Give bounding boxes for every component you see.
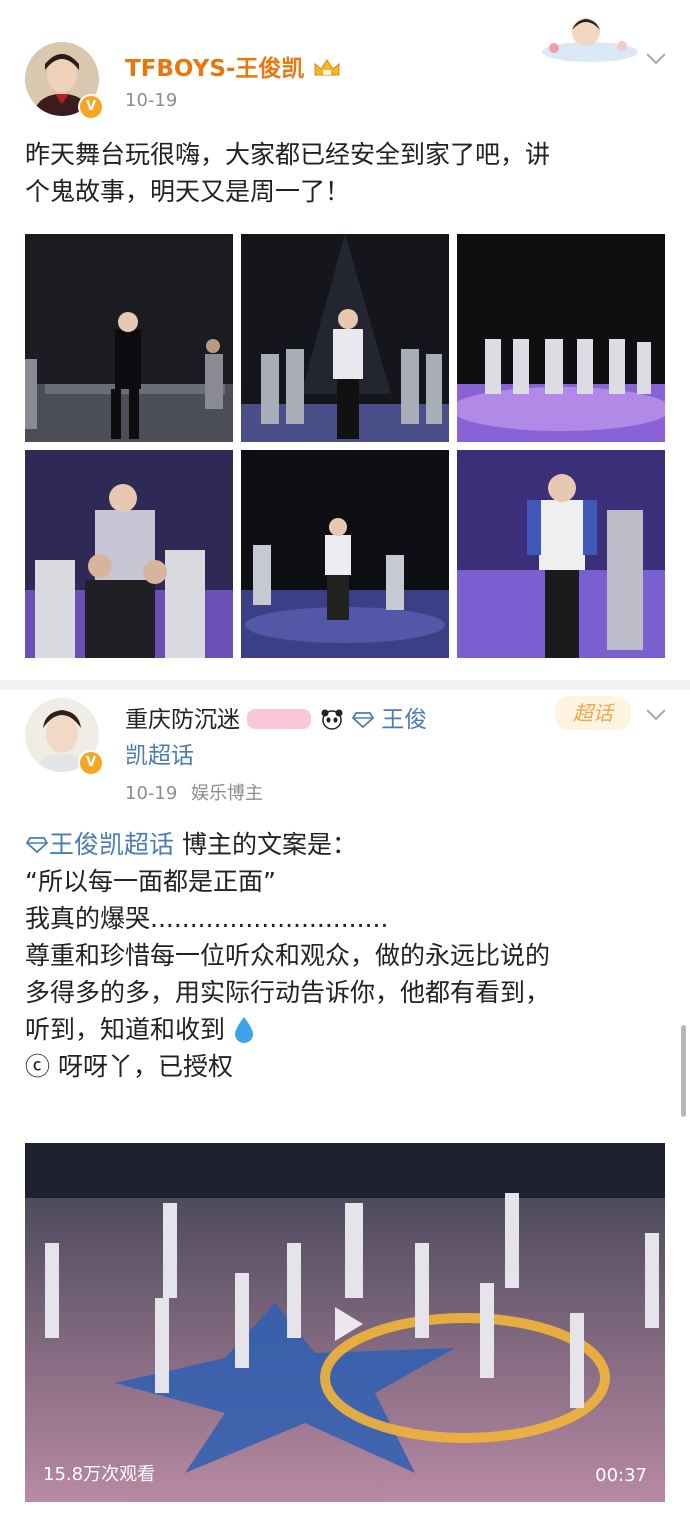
- topic-link[interactable]: 王俊: [381, 707, 427, 733]
- verified-badge-icon: V: [78, 750, 104, 776]
- post-date: 10-19: [125, 783, 178, 804]
- post-text-line: “所以每一面都是正面”: [25, 867, 276, 896]
- photo-thumbnail[interactable]: [457, 234, 665, 442]
- decor-sticker: [540, 14, 640, 64]
- username-text: 重庆防沉迷: [125, 707, 240, 733]
- video-duration: 00:37: [595, 1465, 647, 1486]
- topic-link[interactable]: 凯超话: [125, 743, 194, 769]
- post-date: 10-19: [125, 90, 178, 111]
- chevron-down-icon[interactable]: [643, 45, 669, 71]
- post-text-line: 昨天舞台玩很嗨，大家都已经安全到家了吧，讲: [25, 140, 551, 169]
- scrollbar[interactable]: [681, 1025, 686, 1117]
- username[interactable]: 重庆防沉迷 王俊 凯超话: [125, 702, 485, 774]
- photo-thumbnail[interactable]: [25, 234, 233, 442]
- post-text-line: ⓒ 呀呀丫，已授权: [25, 1052, 233, 1081]
- topic-badge[interactable]: 超话: [555, 696, 631, 730]
- panda-icon: [321, 709, 343, 730]
- username[interactable]: TFBOYS-王俊凯: [125, 49, 342, 83]
- post-text: 昨天舞台玩很嗨，大家都已经安全到家了吧，讲 个鬼故事，明天又是周一了！: [25, 136, 665, 210]
- topic-badge-label: 超话: [573, 701, 613, 725]
- post-text-line: 尊重和珍惜每一位听众和观众，做的永远比说的: [25, 941, 551, 970]
- weibo-post-2: V 重庆防沉迷 王俊 凯超话 10-19 娱乐博主 超话 王俊凯超话 博主的文案…: [0, 690, 690, 1519]
- post-text: 王俊凯超话 博主的文案是： “所以每一面都是正面” 我真的爆哭.........…: [25, 826, 665, 1085]
- verified-badge-icon: V: [78, 94, 104, 120]
- post-text-line: 我真的爆哭..............................: [25, 904, 389, 933]
- play-icon[interactable]: [321, 1299, 371, 1349]
- crown-icon: [314, 59, 340, 76]
- author-role: 娱乐博主: [191, 783, 264, 804]
- post-text-fragment: 博主的文案是：: [174, 830, 357, 859]
- droplet-icon: [234, 1017, 253, 1043]
- video-player[interactable]: 15.8万次观看 00:37: [25, 1143, 665, 1502]
- view-count: 15.8万次观看: [43, 1464, 156, 1485]
- photo-thumbnail[interactable]: [241, 450, 449, 658]
- username-text: TFBOYS-王俊凯: [125, 56, 305, 82]
- image-grid: [25, 234, 665, 658]
- diamond-icon: [25, 837, 49, 854]
- fan-badge-icon: [247, 709, 312, 729]
- post-text-line: 听到，知道和收到: [25, 1011, 665, 1048]
- chevron-down-icon[interactable]: [643, 701, 669, 727]
- post-text-fragment: 听到，知道和收到: [25, 1015, 226, 1044]
- photo-thumbnail[interactable]: [25, 450, 233, 658]
- post-text-line: 王俊凯超话 博主的文案是：: [25, 826, 665, 863]
- post-text-line: 个鬼故事，明天又是周一了！: [25, 177, 351, 206]
- post-separator: [0, 680, 690, 690]
- post-text-line: 多得多的多，用实际行动告诉你，他都有看到，: [25, 978, 551, 1007]
- photo-thumbnail[interactable]: [241, 234, 449, 442]
- diamond-icon: [351, 712, 375, 729]
- topic-link[interactable]: 王俊凯超话: [49, 830, 174, 859]
- photo-thumbnail[interactable]: [457, 450, 665, 658]
- weibo-post-1: V TFBOYS-王俊凯 10-19 昨天舞台玩很嗨，大家都已经安全到家了吧，讲…: [0, 0, 690, 680]
- post-meta: 10-19 娱乐博主: [125, 779, 263, 805]
